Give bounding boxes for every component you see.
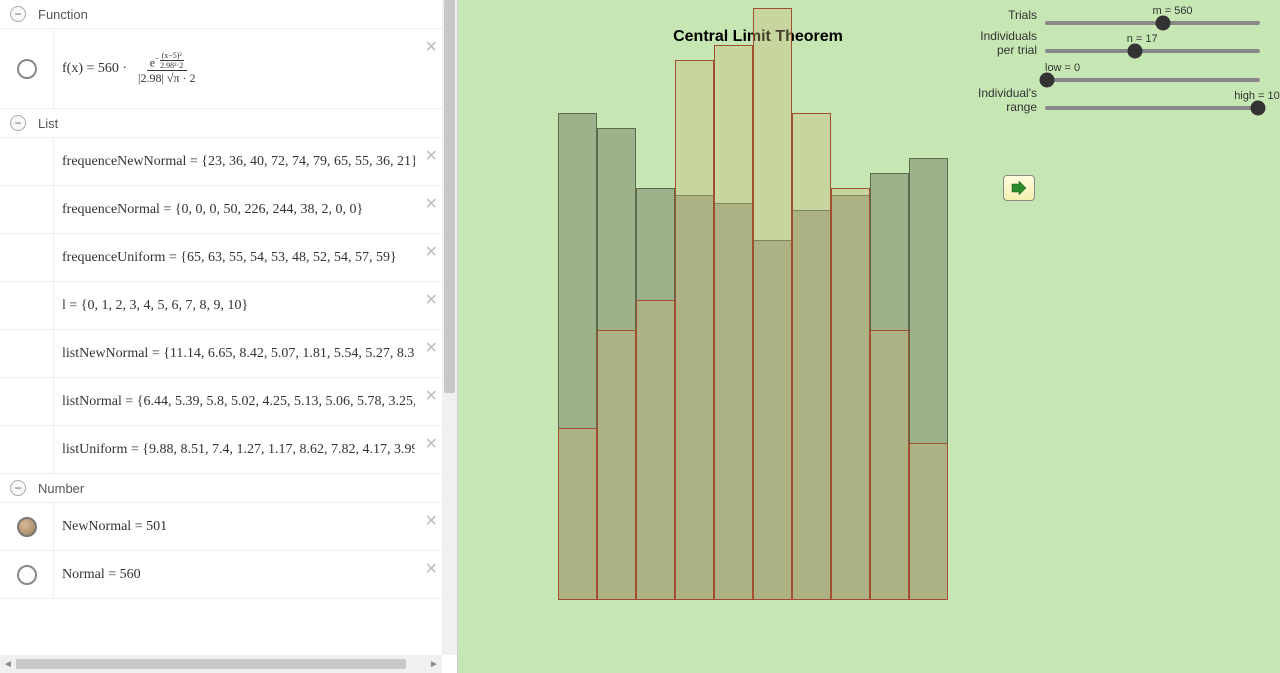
scroll-left-icon[interactable]: ◄: [0, 659, 16, 670]
list-row[interactable]: frequenceNewNormal = {23, 36, 40, 72, 74…: [0, 138, 445, 186]
scrollbar-thumb[interactable]: [444, 0, 455, 393]
collapse-icon[interactable]: −: [10, 480, 26, 496]
visibility-toggle[interactable]: [0, 551, 54, 598]
function-definition-row[interactable]: f(x) = 560 · e−(x−5)²2.98²·2 |2.98| √π ·…: [0, 29, 445, 109]
slider-thumb[interactable]: [1250, 100, 1265, 115]
graphics-view[interactable]: Central Limit Theorem Trials m = 560 Ind…: [458, 0, 1280, 673]
slider-track[interactable]: [1045, 49, 1260, 53]
arrow-right-icon: [1011, 181, 1027, 195]
close-icon[interactable]: ×: [425, 290, 437, 310]
section-list-header[interactable]: − List: [0, 109, 445, 138]
bar-newnormal: [675, 60, 714, 600]
section-label: Function: [38, 7, 88, 22]
list-row[interactable]: frequenceNormal = {0, 0, 0, 50, 226, 244…: [0, 186, 445, 234]
vertical-scrollbar[interactable]: [442, 0, 457, 655]
row-spacer: [0, 186, 54, 233]
slider-label: Individuals per trial: [960, 29, 1045, 58]
list-row[interactable]: frequenceUniform = {65, 63, 55, 54, 53, …: [0, 234, 445, 282]
bar-newnormal: [558, 428, 597, 601]
bar-newnormal: [792, 113, 831, 601]
list-expression: listNewNormal = {11.14, 6.65, 8.42, 5.07…: [54, 336, 415, 372]
close-icon[interactable]: ×: [425, 386, 437, 406]
number-expression: NewNormal = 501: [54, 509, 415, 545]
bar-newnormal: [909, 443, 948, 601]
close-icon[interactable]: ×: [425, 434, 437, 454]
play-button[interactable]: [1003, 175, 1035, 201]
number-row[interactable]: Normal = 560 ×: [0, 551, 445, 599]
list-expression: frequenceNormal = {0, 0, 0, 50, 226, 244…: [54, 192, 415, 228]
close-icon[interactable]: ×: [425, 338, 437, 358]
slider-low: low = 0: [960, 62, 1260, 82]
list-expression: frequenceNewNormal = {23, 36, 40, 72, 74…: [54, 144, 415, 180]
visibility-toggle[interactable]: [0, 29, 54, 108]
row-spacer: [0, 378, 54, 425]
bar-newnormal: [597, 330, 636, 600]
bar-newnormal: [831, 188, 870, 601]
bar-newnormal: [753, 8, 792, 601]
slider-value: m = 560: [1153, 5, 1193, 17]
histogram-chart: Central Limit Theorem: [558, 0, 948, 600]
section-number-header[interactable]: − Number: [0, 474, 445, 503]
close-icon[interactable]: ×: [425, 559, 437, 579]
list-row[interactable]: l = {0, 1, 2, 3, 4, 5, 6, 7, 8, 9, 10} ×: [0, 282, 445, 330]
row-spacer: [0, 330, 54, 377]
collapse-icon[interactable]: −: [10, 115, 26, 131]
list-row[interactable]: listNewNormal = {11.14, 6.65, 8.42, 5.07…: [0, 330, 445, 378]
horizontal-scrollbar[interactable]: ◄ ►: [0, 655, 442, 673]
list-expression: l = {0, 1, 2, 3, 4, 5, 6, 7, 8, 9, 10}: [54, 288, 415, 324]
slider-individuals: Individuals per trial n = 17: [960, 29, 1260, 58]
section-label: List: [38, 116, 58, 131]
list-expression: listNormal = {6.44, 5.39, 5.8, 5.02, 4.2…: [54, 384, 415, 420]
slider-label: Trials: [960, 8, 1045, 22]
row-spacer: [0, 282, 54, 329]
bar-newnormal: [636, 300, 675, 600]
row-spacer: [0, 138, 54, 185]
slider-high: Individual's range high = 10: [960, 86, 1260, 114]
scrollbar-thumb[interactable]: [16, 659, 406, 669]
slider-track[interactable]: [1045, 21, 1260, 25]
list-expression: listUniform = {9.88, 8.51, 7.4, 1.27, 1.…: [54, 432, 415, 468]
bar-newnormal: [714, 45, 753, 600]
number-row[interactable]: NewNormal = 501 ×: [0, 503, 445, 551]
slider-track[interactable]: [1045, 106, 1260, 110]
bar-newnormal: [870, 330, 909, 600]
slider-track[interactable]: [1045, 78, 1260, 82]
row-spacer: [0, 234, 54, 281]
list-row[interactable]: listUniform = {9.88, 8.51, 7.4, 1.27, 1.…: [0, 426, 445, 474]
close-icon[interactable]: ×: [425, 37, 437, 57]
slider-thumb[interactable]: [1128, 44, 1143, 59]
algebra-panel: − Function f(x) = 560 · e−(x−5)²2.98²·2 …: [0, 0, 458, 673]
visibility-toggle[interactable]: [0, 503, 54, 550]
number-expression: Normal = 560: [54, 557, 415, 593]
scroll-right-icon[interactable]: ►: [426, 659, 442, 670]
close-icon[interactable]: ×: [425, 511, 437, 531]
function-formula: f(x) = 560 · e−(x−5)²2.98²·2 |2.98| √π ·…: [54, 41, 415, 97]
close-icon[interactable]: ×: [425, 146, 437, 166]
close-icon[interactable]: ×: [425, 242, 437, 262]
section-label: Number: [38, 481, 84, 496]
close-icon[interactable]: ×: [425, 194, 437, 214]
slider-label: Individual's range: [960, 86, 1045, 114]
list-row[interactable]: listNormal = {6.44, 5.39, 5.8, 5.02, 4.2…: [0, 378, 445, 426]
slider-controls: Trials m = 560 Individuals per trial n =…: [960, 5, 1260, 118]
collapse-icon[interactable]: −: [10, 6, 26, 22]
list-expression: frequenceUniform = {65, 63, 55, 54, 53, …: [54, 240, 415, 276]
row-spacer: [0, 426, 54, 473]
slider-trials: Trials m = 560: [960, 5, 1260, 25]
section-function-header[interactable]: − Function: [0, 0, 445, 29]
